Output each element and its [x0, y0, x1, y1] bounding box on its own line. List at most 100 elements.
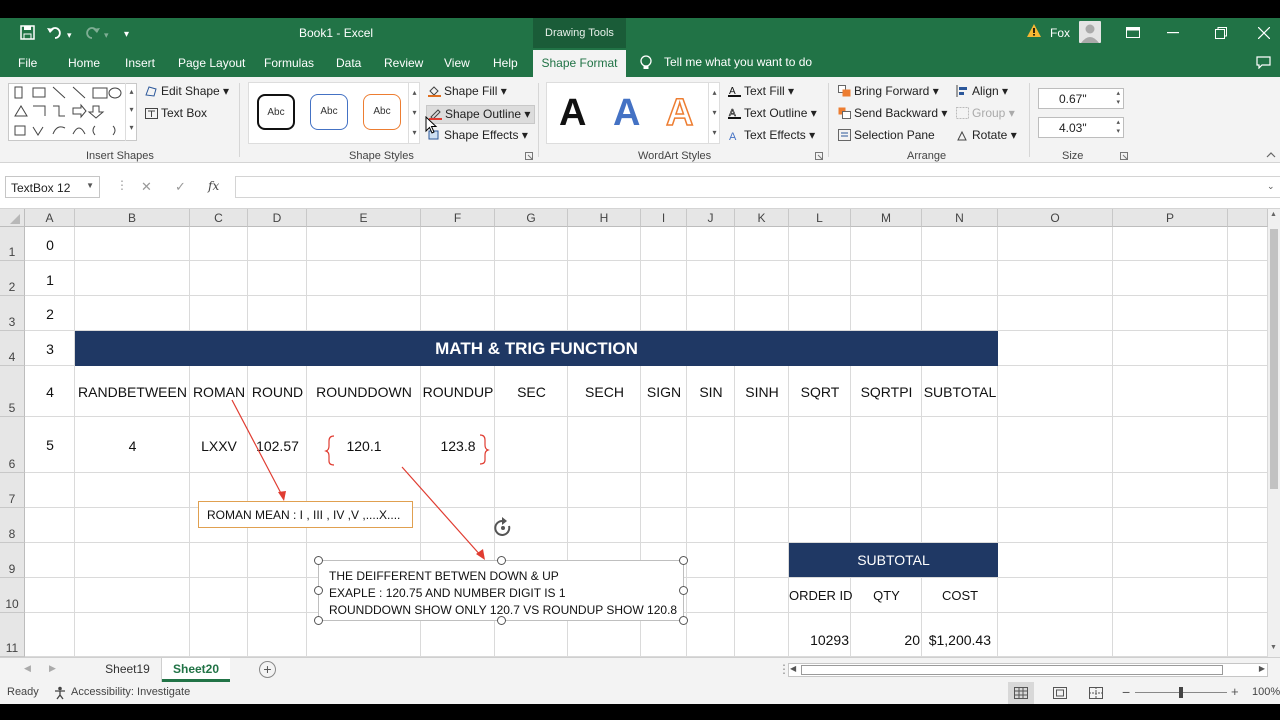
page-break-view-icon[interactable] [1089, 687, 1103, 699]
resize-handle-ne[interactable] [679, 556, 688, 565]
shape-fill-button[interactable]: Shape Fill ▾ [428, 84, 507, 98]
user-name[interactable]: Fox [1050, 26, 1070, 40]
sheet-tab-sheet20[interactable]: Sheet20 [162, 658, 230, 682]
scroll-down-icon[interactable]: ▼ [1270, 644, 1277, 651]
text-effects-button[interactable]: A Text Effects ▾ [728, 128, 815, 142]
tell-me-search[interactable]: Tell me what you want to do [664, 55, 812, 69]
tab-help[interactable]: Help [493, 56, 518, 70]
size-launcher-icon[interactable] [1120, 152, 1128, 160]
wordart-orange[interactable]: A [665, 91, 694, 135]
shape-styles-launcher-icon[interactable] [525, 152, 533, 160]
tab-review[interactable]: Review [384, 56, 423, 70]
zoom-level[interactable]: 100% [1252, 686, 1280, 698]
scroll-right-icon[interactable]: ▶ [1259, 664, 1265, 673]
tab-file[interactable]: File [18, 56, 37, 70]
wordart-blue[interactable]: A [613, 91, 640, 135]
cancel-icon[interactable]: ✕ [141, 179, 152, 195]
next-sheet-icon[interactable]: ▶ [49, 663, 56, 674]
text-box-button[interactable]: Text Box [145, 106, 207, 120]
horizontal-scroll-thumb[interactable] [801, 665, 1223, 675]
width-spinner-icon[interactable]: ▴ ▾ [1116, 118, 1120, 136]
name-box-dropdown-icon[interactable]: ▼ [86, 181, 94, 190]
difference-textbox[interactable]: THE DEIFFERENT BETWEN DOWN & UP EXAPLE :… [318, 560, 684, 621]
close-icon[interactable] [1258, 27, 1270, 39]
tab-view[interactable]: View [444, 56, 470, 70]
subtotal-qty-value[interactable]: 20 [851, 632, 922, 648]
undo-dropdown-icon[interactable]: ▾ [67, 26, 72, 44]
tab-page-layout[interactable]: Page Layout [178, 56, 245, 70]
avatar[interactable] [1079, 21, 1101, 43]
minimize-icon[interactable] [1167, 32, 1179, 34]
tab-formulas[interactable]: Formulas [264, 56, 314, 70]
send-backward-button[interactable]: Send Backward ▾ [838, 106, 947, 120]
edit-shape-button[interactable]: Edit Shape ▾ [145, 84, 229, 98]
zoom-in-icon[interactable]: + [1231, 684, 1239, 699]
shape-styles-scroll[interactable]: ▴ ▾ ▾ [408, 83, 420, 143]
scroll-up-icon[interactable]: ▲ [1270, 211, 1277, 218]
zoom-slider-thumb[interactable] [1179, 687, 1183, 698]
save-icon[interactable] [20, 25, 35, 40]
wordart-scroll[interactable]: ▴ ▾ ▾ [708, 83, 720, 143]
normal-view-button[interactable] [1008, 682, 1034, 704]
tab-data[interactable]: Data [336, 56, 361, 70]
comments-icon[interactable] [1256, 56, 1271, 69]
wordart-black[interactable]: A [559, 91, 586, 135]
text-fill-button[interactable]: A Text Fill ▾ [728, 84, 794, 98]
bring-forward-button[interactable]: Bring Forward ▾ [838, 84, 939, 98]
horizontal-scrollbar[interactable]: ◀ ▶ [788, 663, 1268, 677]
shape-height-field[interactable]: 0.67" ▴ ▾ [1038, 88, 1124, 109]
scroll-left-icon[interactable]: ◀ [790, 664, 796, 673]
rotate-button[interactable]: Rotate ▾ [956, 128, 1017, 142]
tab-shape-format[interactable]: Shape Format [533, 50, 626, 77]
ribbon-display-icon[interactable] [1126, 27, 1140, 38]
vertical-scroll-thumb[interactable] [1270, 229, 1278, 489]
tab-home[interactable]: Home [68, 56, 100, 70]
roman-note-textbox[interactable]: ROMAN MEAN : I , III , IV ,V ,....X.... [198, 501, 413, 528]
accessibility-status[interactable]: Accessibility: Investigate [71, 686, 190, 698]
shape-effects-button[interactable]: Shape Effects ▾ [428, 128, 528, 142]
zoom-out-icon[interactable]: − [1122, 684, 1130, 700]
restore-icon[interactable] [1215, 27, 1227, 39]
add-sheet-icon[interactable]: + [259, 661, 276, 678]
formula-input[interactable] [235, 176, 1280, 198]
resize-handle-e[interactable] [679, 586, 688, 595]
resize-handle-w[interactable] [314, 586, 323, 595]
worksheet-grid[interactable]: ABCDEFGHIJKLMNOP 1 2 3 4 5 6 7 8 9 10 11 0 1 2 3 4… [0, 209, 1268, 657]
shape-style-orange[interactable]: Abc [363, 94, 401, 130]
resize-handle-nw[interactable] [314, 556, 323, 565]
collapse-ribbon-icon[interactable] [1266, 151, 1276, 159]
subtotal-col-qty[interactable]: QTY [851, 588, 922, 603]
expand-formula-bar-icon[interactable]: ⌄ [1267, 181, 1275, 192]
subtotal-col-cost[interactable]: COST [922, 588, 998, 603]
shapes-gallery-scroll[interactable]: ▴ ▾ ▾ [125, 83, 137, 141]
page-layout-view-icon[interactable] [1053, 687, 1067, 699]
resize-handle-se[interactable] [679, 616, 688, 625]
subtotal-order-id-value[interactable]: 10293 [789, 632, 851, 648]
shape-width-field[interactable]: 4.03" ▴ ▾ [1038, 117, 1124, 138]
selection-pane-button[interactable]: Selection Pane [838, 128, 935, 142]
subtotal-cost-value[interactable]: $1,200.43 [922, 632, 998, 648]
rotate-handle-icon[interactable] [492, 517, 514, 539]
height-spinner-icon[interactable]: ▴ ▾ [1116, 89, 1120, 107]
resize-handle-s[interactable] [497, 616, 506, 625]
tab-insert[interactable]: Insert [125, 56, 155, 70]
insert-function-icon[interactable]: fx [208, 179, 219, 193]
shape-style-black[interactable]: Abc [257, 94, 295, 130]
shapes-gallery[interactable] [8, 83, 137, 141]
customize-qat-icon[interactable]: ▾ [124, 26, 129, 44]
text-outline-button[interactable]: A Text Outline ▾ [728, 106, 817, 120]
resize-handle-n[interactable] [497, 556, 506, 565]
enter-icon[interactable]: ✓ [175, 179, 186, 195]
vertical-scrollbar[interactable]: ▲ ▼ [1268, 209, 1280, 657]
shape-style-blue[interactable]: Abc [310, 94, 348, 130]
resize-handle-sw[interactable] [314, 616, 323, 625]
sheet-tab-sheet19[interactable]: Sheet19 [94, 658, 162, 682]
name-box[interactable]: TextBox 12 ▼ [5, 176, 100, 198]
shape-outline-button[interactable]: Shape Outline ▾ [426, 105, 536, 124]
align-button[interactable]: Align ▾ [956, 84, 1008, 98]
subtotal-col-order-id[interactable]: ORDER ID [789, 588, 853, 603]
wordart-launcher-icon[interactable] [815, 152, 823, 160]
subtotal-title[interactable]: SUBTOTAL [789, 543, 998, 577]
prev-sheet-icon[interactable]: ◀ [24, 663, 31, 674]
undo-icon[interactable] [47, 25, 63, 40]
